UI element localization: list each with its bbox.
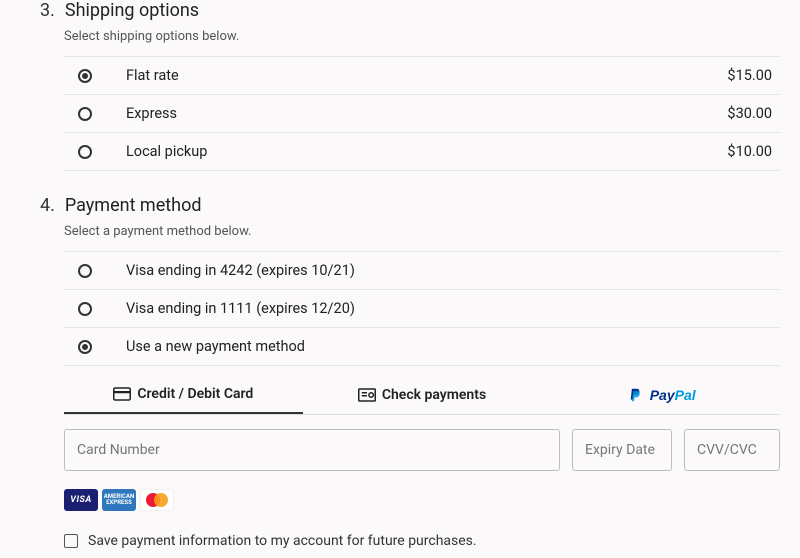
- tab-card[interactable]: Credit / Debit Card: [64, 376, 303, 414]
- checkbox-icon[interactable]: [64, 534, 78, 548]
- save-payment-row[interactable]: Save payment information to my account f…: [64, 533, 780, 549]
- shipping-title: Shipping options: [65, 0, 199, 21]
- section-number: 3.: [40, 0, 55, 21]
- tab-label: Credit / Debit Card: [137, 386, 253, 402]
- shipping-option[interactable]: Express $30.00: [64, 95, 780, 133]
- tab-check[interactable]: Check payments: [303, 376, 542, 414]
- shipping-section: 3. Shipping options Select shipping opti…: [40, 0, 780, 171]
- paypal-icon: [626, 388, 644, 402]
- mastercard-icon: [140, 489, 174, 511]
- visa-icon: VISA: [64, 489, 98, 511]
- option-label: Visa ending in 4242 (expires 10/21): [126, 262, 780, 279]
- tab-label: Check payments: [382, 387, 486, 403]
- radio-icon[interactable]: [78, 145, 92, 159]
- option-label: Flat rate: [126, 67, 693, 84]
- radio-icon[interactable]: [78, 69, 92, 83]
- cvc-input[interactable]: CVV/CVC: [684, 429, 780, 471]
- payment-options-list: Visa ending in 4242 (expires 10/21) Visa…: [64, 251, 780, 366]
- save-payment-label: Save payment information to my account f…: [88, 533, 477, 549]
- radio-icon[interactable]: [78, 302, 92, 316]
- payment-option[interactable]: Use a new payment method: [64, 328, 780, 366]
- credit-card-icon: [113, 387, 131, 401]
- payment-title: Payment method: [65, 195, 202, 216]
- expiry-input[interactable]: Expiry Date: [572, 429, 672, 471]
- card-number-input[interactable]: Card Number: [64, 429, 560, 471]
- payment-section: 4. Payment method Select a payment metho…: [40, 195, 780, 549]
- card-brands: VISA AMERICAN EXPRESS: [64, 489, 780, 511]
- radio-icon[interactable]: [78, 264, 92, 278]
- option-price: $30.00: [727, 105, 780, 122]
- card-fields: Card Number Expiry Date CVV/CVC: [64, 429, 780, 471]
- shipping-option[interactable]: Flat rate $15.00: [64, 56, 780, 95]
- shipping-subtitle: Select shipping options below.: [64, 29, 780, 44]
- shipping-head: 3. Shipping options: [40, 0, 780, 21]
- radio-icon[interactable]: [78, 107, 92, 121]
- payment-option[interactable]: Visa ending in 4242 (expires 10/21): [64, 251, 780, 290]
- tab-paypal[interactable]: PayPal: [541, 376, 780, 414]
- shipping-options-list: Flat rate $15.00 Express $30.00 Local pi…: [64, 56, 780, 171]
- option-label: Express: [126, 105, 693, 122]
- option-label: Use a new payment method: [126, 338, 780, 355]
- payment-head: 4. Payment method: [40, 195, 780, 216]
- amex-icon: AMERICAN EXPRESS: [102, 489, 136, 511]
- check-payment-icon: [358, 388, 376, 402]
- paypal-logo: PayPal: [650, 387, 696, 403]
- option-label: Local pickup: [126, 143, 693, 160]
- shipping-option[interactable]: Local pickup $10.00: [64, 133, 780, 171]
- payment-tabs: Credit / Debit Card Check payments PayPa…: [64, 376, 780, 415]
- radio-icon[interactable]: [78, 340, 92, 354]
- section-number: 4.: [40, 195, 55, 216]
- option-label: Visa ending in 1111 (expires 12/20): [126, 300, 780, 317]
- option-price: $15.00: [727, 67, 780, 84]
- payment-option[interactable]: Visa ending in 1111 (expires 12/20): [64, 290, 780, 328]
- payment-subtitle: Select a payment method below.: [64, 224, 780, 239]
- option-price: $10.00: [727, 143, 780, 160]
